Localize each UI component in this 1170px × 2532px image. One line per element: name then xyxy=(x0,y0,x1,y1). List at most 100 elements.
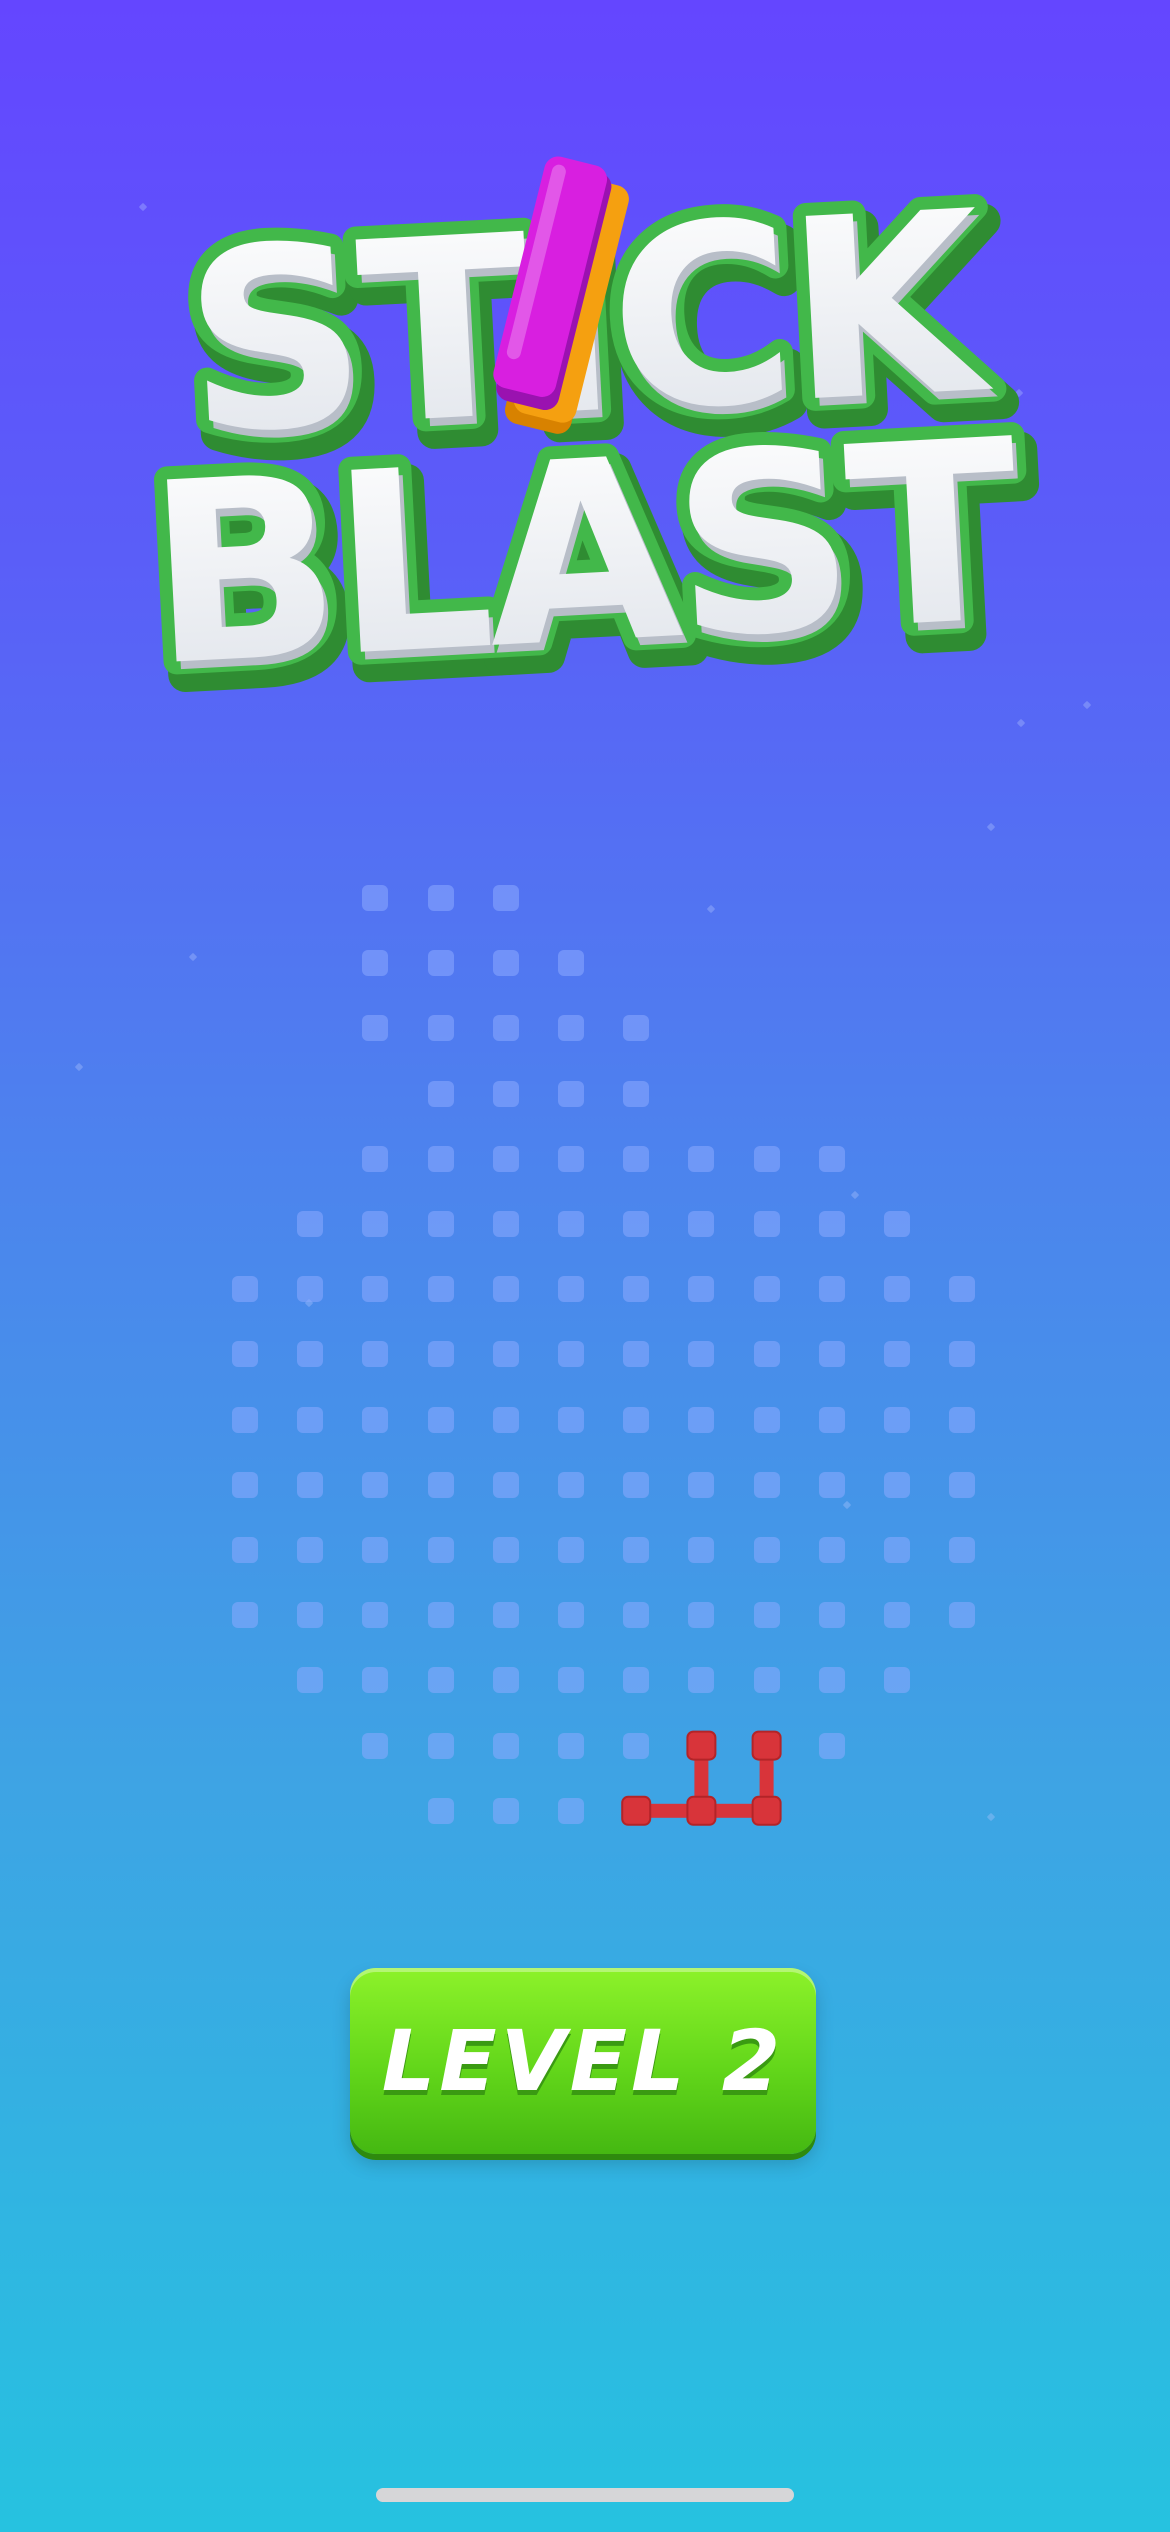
board-node xyxy=(753,1602,780,1629)
board-node xyxy=(558,1537,584,1563)
board-node xyxy=(558,1145,584,1172)
board-node xyxy=(427,1080,454,1107)
board-node xyxy=(623,1080,650,1107)
board-node xyxy=(884,1471,910,1498)
board-node xyxy=(427,1341,454,1368)
board-node xyxy=(297,1211,324,1237)
board-node xyxy=(949,1537,976,1563)
board-node xyxy=(884,1211,910,1237)
board-node xyxy=(558,1211,584,1237)
board-node xyxy=(623,1667,650,1694)
board-node xyxy=(362,1602,389,1629)
board-node xyxy=(753,1537,780,1563)
board-node xyxy=(558,1602,584,1629)
board-node xyxy=(688,1797,715,1824)
board-node xyxy=(623,1015,650,1042)
board-node xyxy=(688,1145,715,1172)
board-node xyxy=(884,1537,910,1563)
board-node xyxy=(297,1667,324,1694)
board-node xyxy=(427,1471,454,1498)
board-node xyxy=(623,1471,650,1498)
board-node xyxy=(492,1145,519,1172)
board-node xyxy=(362,1211,389,1237)
board-node xyxy=(558,1667,584,1694)
board-node xyxy=(362,1145,389,1172)
board-node xyxy=(427,1276,454,1303)
board-node xyxy=(362,1667,389,1694)
level-button-label: LEVEL 2 xyxy=(381,2012,785,2110)
board-node xyxy=(492,1015,519,1042)
board-node xyxy=(492,1211,519,1237)
board-node xyxy=(753,1797,780,1824)
board-node xyxy=(818,1276,845,1303)
board-node xyxy=(753,1406,780,1433)
board-node xyxy=(623,1211,650,1237)
board-node xyxy=(427,1015,454,1042)
board-node xyxy=(297,1537,324,1563)
board-node xyxy=(753,1211,780,1237)
board-node xyxy=(492,1471,519,1498)
board-node xyxy=(818,1211,845,1237)
board-node xyxy=(558,1732,584,1759)
board-node xyxy=(492,1080,519,1107)
board-node xyxy=(558,1471,584,1498)
board-node xyxy=(688,1406,715,1433)
board-node xyxy=(623,1145,650,1172)
board-node xyxy=(427,1602,454,1629)
board-node xyxy=(232,1341,258,1368)
board-node xyxy=(818,1537,845,1563)
board-node xyxy=(427,1797,454,1824)
board-node xyxy=(427,1732,454,1759)
board-node xyxy=(297,1602,324,1629)
board-node xyxy=(427,1406,454,1433)
board-node xyxy=(818,1145,845,1172)
board-node xyxy=(232,1406,258,1433)
board-node xyxy=(818,1667,845,1694)
board-node xyxy=(949,1471,976,1498)
board-node xyxy=(558,1341,584,1368)
board-node xyxy=(492,1341,519,1368)
board-node xyxy=(427,1537,454,1563)
board-node xyxy=(492,1537,519,1563)
board-node xyxy=(818,1471,845,1498)
board-node xyxy=(297,1406,324,1433)
board-node xyxy=(362,1015,389,1042)
board-node xyxy=(623,1537,650,1563)
home-indicator[interactable] xyxy=(376,2488,794,2502)
board-node xyxy=(884,1276,910,1303)
board-node xyxy=(623,1602,650,1629)
board-node xyxy=(232,1471,258,1498)
board-node xyxy=(492,1797,519,1824)
board-node xyxy=(362,1471,389,1498)
board-node xyxy=(688,1341,715,1368)
board-node xyxy=(492,885,519,911)
board-node xyxy=(753,1145,780,1172)
board-node xyxy=(818,1406,845,1433)
board-node xyxy=(427,1667,454,1694)
board-node xyxy=(688,1276,715,1303)
board-node xyxy=(753,1276,780,1303)
board-node xyxy=(753,1667,780,1694)
board-node xyxy=(492,1276,519,1303)
board-node xyxy=(884,1602,910,1629)
board-node xyxy=(884,1341,910,1368)
board-node xyxy=(297,1471,324,1498)
board-node xyxy=(362,1406,389,1433)
board-node xyxy=(492,1406,519,1433)
board-node xyxy=(688,1667,715,1694)
board-node xyxy=(753,1341,780,1368)
board-node xyxy=(297,1276,324,1303)
board-node xyxy=(818,1602,845,1629)
board-node xyxy=(362,1341,389,1368)
board-node xyxy=(362,950,389,977)
board-node xyxy=(949,1406,976,1433)
board-node xyxy=(558,950,584,977)
board-node xyxy=(492,1732,519,1759)
game-screen: STICK STICK STICK STICK BLAST BLAST BLAS… xyxy=(0,0,1170,2532)
board-node xyxy=(818,1341,845,1368)
board-node xyxy=(949,1341,976,1368)
board-node xyxy=(623,1341,650,1368)
board-node xyxy=(362,885,389,911)
level-button[interactable]: LEVEL 2 xyxy=(350,1968,816,2154)
board-node xyxy=(623,1406,650,1433)
